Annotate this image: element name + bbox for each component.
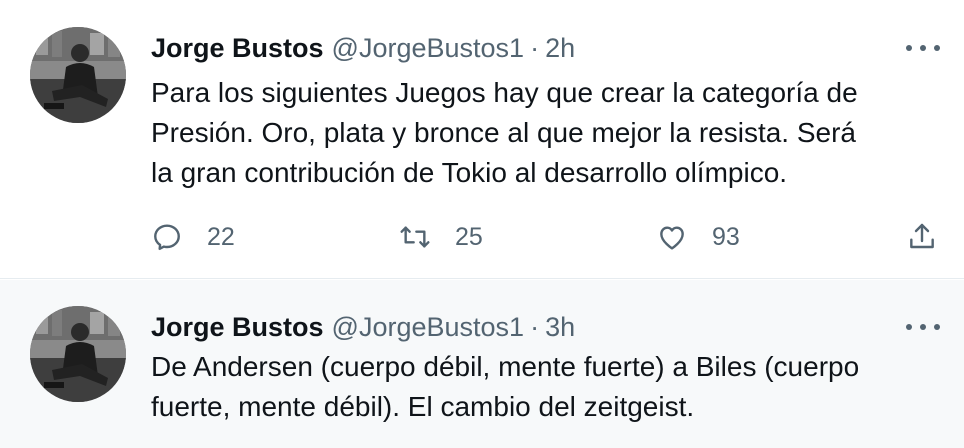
avatar[interactable]: [30, 306, 126, 402]
reply-button[interactable]: 22: [151, 215, 235, 259]
timestamp[interactable]: 2h: [545, 33, 575, 63]
tweet-text-line: fuerte, mente débil). El cambio del zeit…: [151, 391, 695, 422]
tweet-text-line: De Andersen (cuerpo débil, mente fuerte)…: [151, 351, 860, 382]
share-button[interactable]: [906, 215, 938, 259]
separator-dot: ·: [530, 312, 540, 342]
tweet-feed: Jorge Bustos @JorgeBustos1 · 2h Para los si…: [0, 0, 964, 448]
like-button[interactable]: 93: [656, 215, 740, 259]
retweet-icon: [400, 226, 430, 248]
tweet[interactable]: Jorge Bustos @JorgeBustos1 · 3h De Andersen…: [0, 280, 964, 448]
avatar-photo: [30, 27, 126, 123]
tweet-text-line: Presión. Oro, plata y bronce al que mejo…: [151, 117, 857, 148]
like-icon: [660, 226, 684, 250]
tweet-actions: 22 25 93: [151, 215, 946, 259]
timestamp[interactable]: 3h: [545, 312, 575, 342]
tweet-text-line: Para los siguientes Juegos hay que crear…: [151, 77, 858, 108]
more-icon[interactable]: [906, 321, 940, 333]
author-handle[interactable]: @JorgeBustos1: [332, 33, 525, 63]
tweet-text: Para los siguientes Juegos hay que crear…: [151, 73, 941, 193]
like-count: 93: [712, 222, 740, 251]
avatar-photo: [30, 306, 126, 402]
tweet-text: De Andersen (cuerpo débil, mente fuerte)…: [151, 347, 941, 427]
more-icon[interactable]: [906, 42, 940, 54]
separator-dot: ·: [530, 33, 540, 63]
author-name[interactable]: Jorge Bustos: [151, 312, 324, 342]
author-handle[interactable]: @JorgeBustos1: [332, 312, 525, 342]
retweet-button[interactable]: 25: [399, 215, 483, 259]
tweet-text-line: la gran contribución de Tokio al desarro…: [151, 157, 788, 188]
author-name[interactable]: Jorge Bustos: [151, 33, 324, 63]
share-icon: [910, 223, 934, 249]
reply-icon: [154, 224, 180, 251]
reply-count: 22: [207, 222, 235, 251]
tweet[interactable]: Jorge Bustos @JorgeBustos1 · 2h Para los si…: [0, 0, 964, 279]
tweet-header: Jorge Bustos @JorgeBustos1 · 2h: [151, 30, 575, 66]
avatar[interactable]: [30, 27, 126, 123]
tweet-header: Jorge Bustos @JorgeBustos1 · 3h: [151, 309, 575, 345]
retweet-count: 25: [455, 222, 483, 251]
